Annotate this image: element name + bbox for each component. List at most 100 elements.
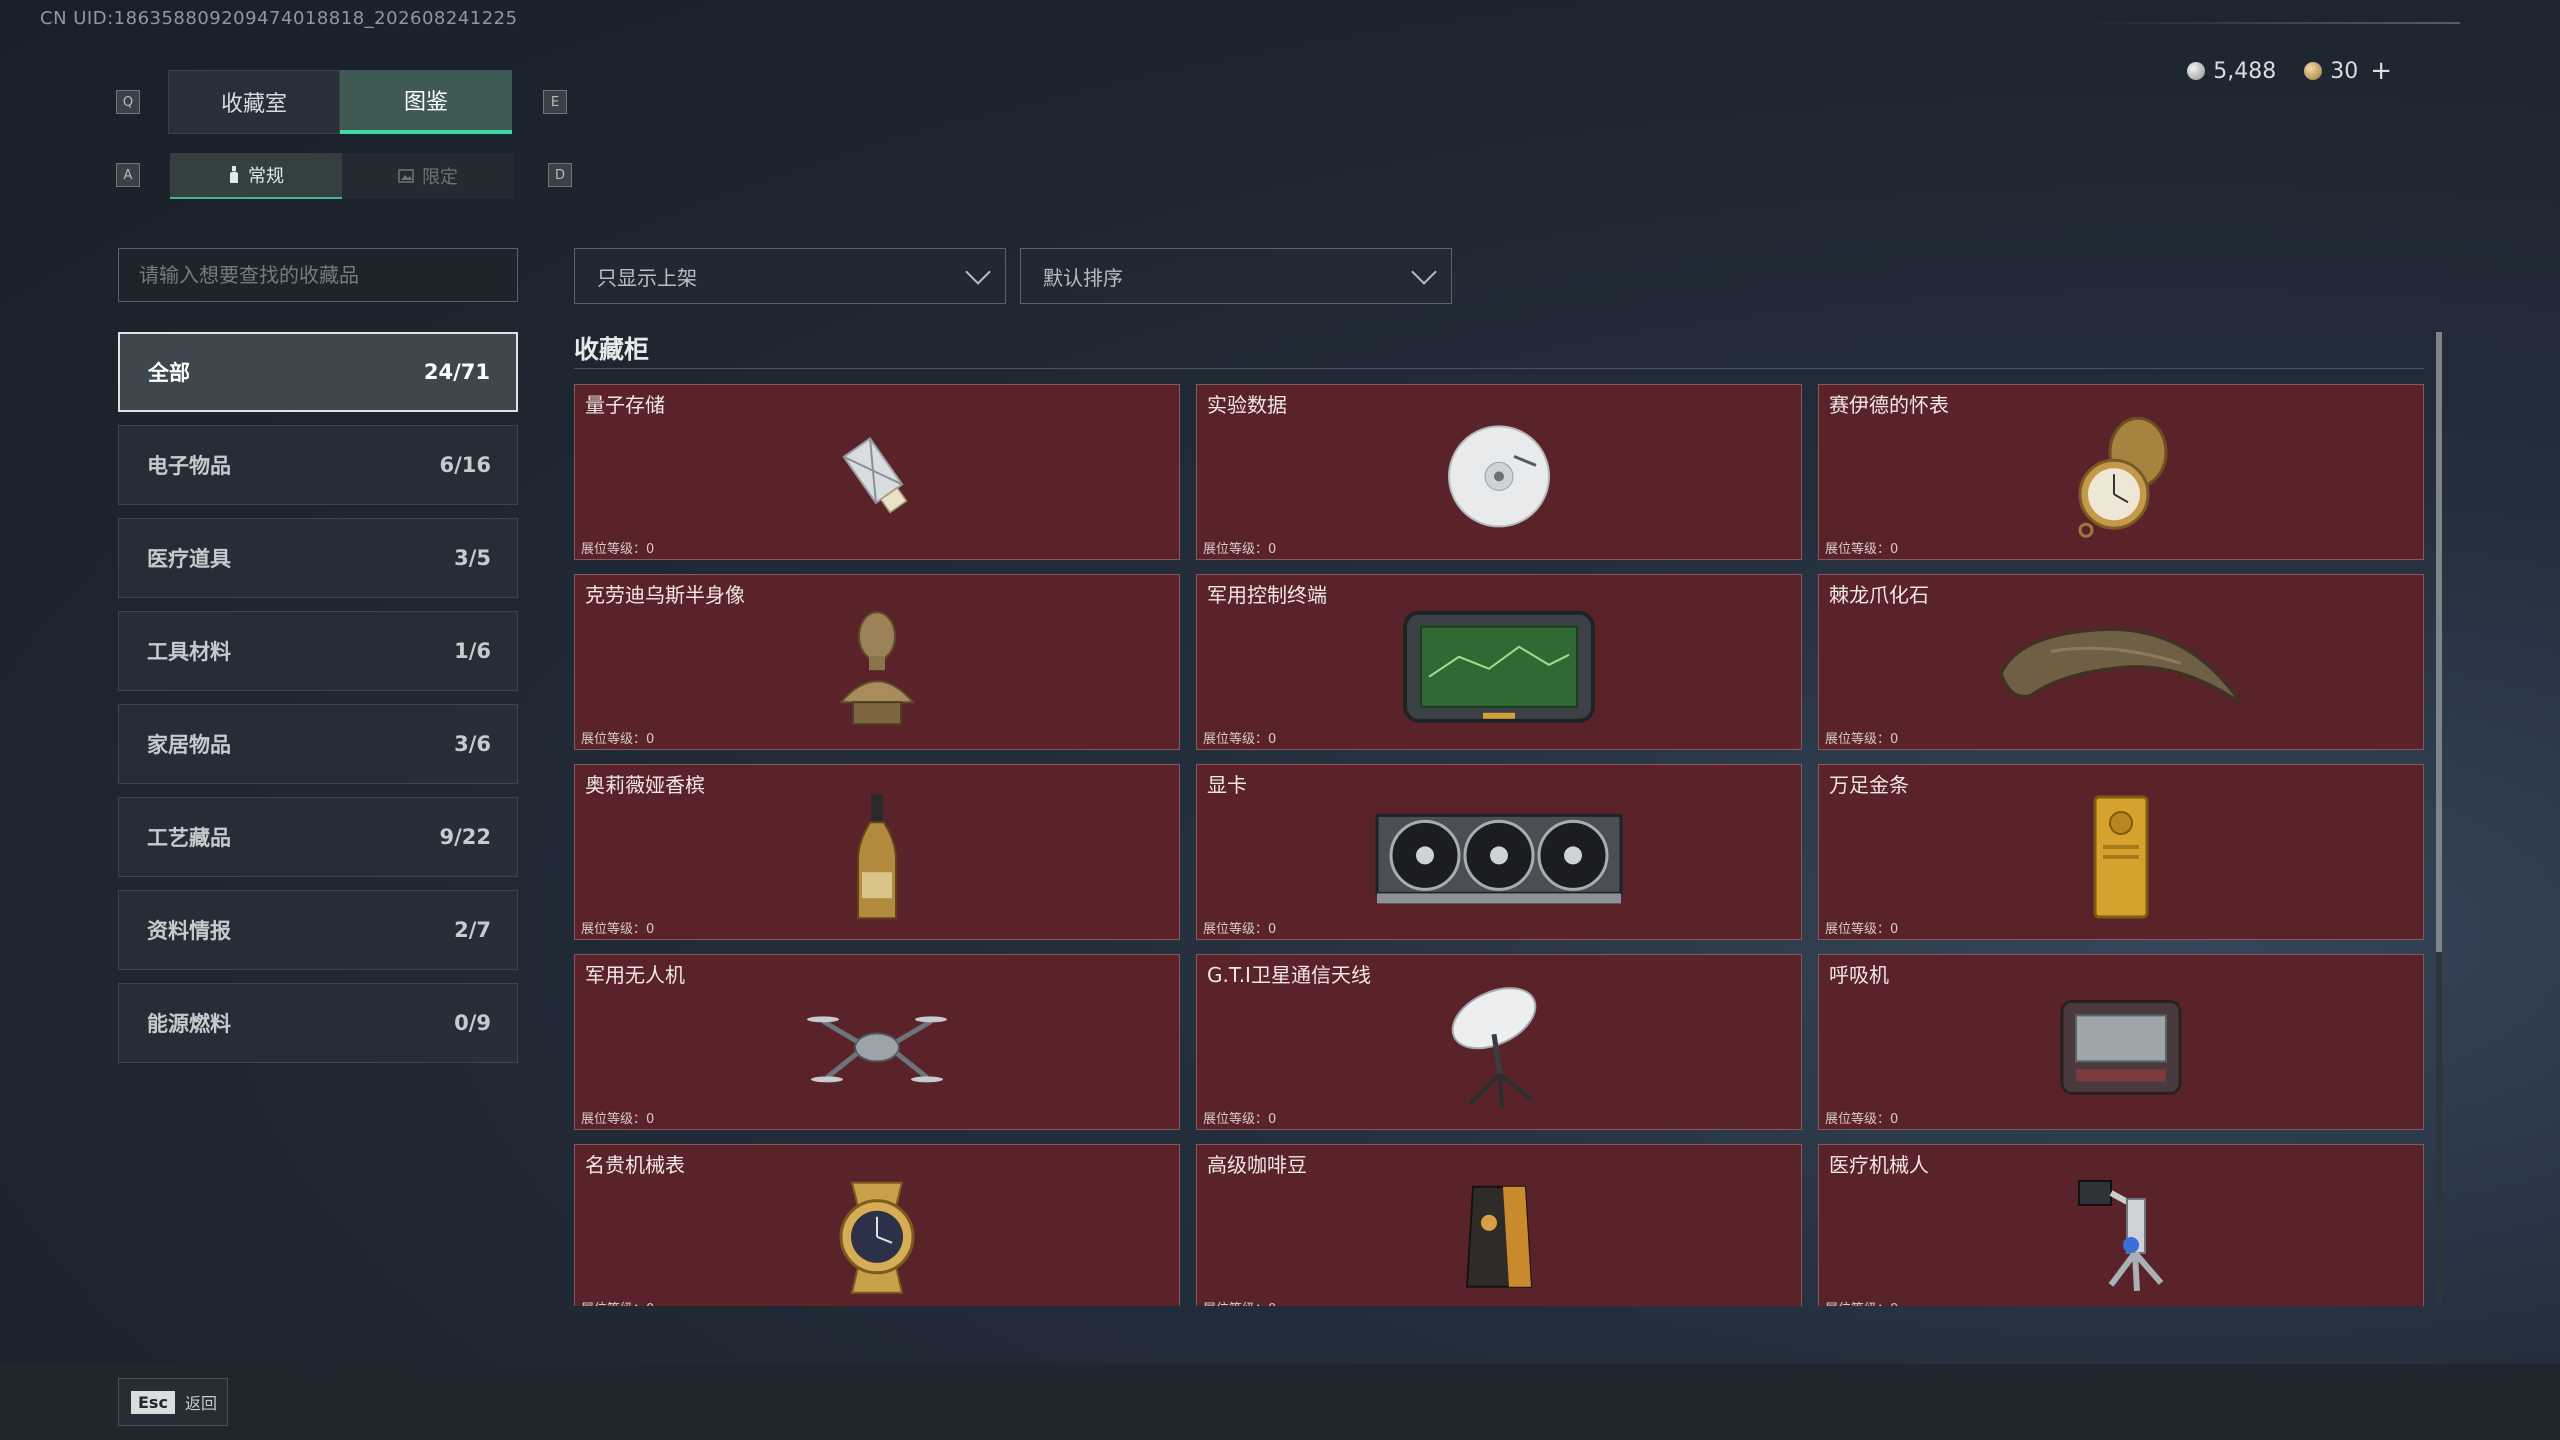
tab-collection-room[interactable]: 收藏室: [168, 70, 340, 134]
item-card[interactable]: 奥莉薇娅香槟 展位等级：0: [574, 764, 1180, 940]
item-level: 展位等级：0: [581, 732, 655, 747]
category-energy[interactable]: 能源燃料 0/9: [118, 983, 518, 1063]
category-intel[interactable]: 资料情报 2/7: [118, 890, 518, 970]
item-card[interactable]: 棘龙爪化石 展位等级：0: [1818, 574, 2424, 750]
item-card[interactable]: 医疗机械人 展位等级：0: [1818, 1144, 2424, 1306]
category-count: 9/22: [439, 825, 491, 849]
chevron-down-icon: [1411, 259, 1437, 285]
category-count: 2/7: [454, 918, 491, 942]
sort-dropdown[interactable]: 默认排序: [1020, 248, 1452, 304]
pocket-watch-icon: [2078, 416, 2168, 538]
next-tab-key[interactable]: E: [543, 90, 567, 114]
item-level: 展位等级：0: [1203, 542, 1277, 557]
satellite-dish-icon: [1451, 987, 1537, 1109]
collection-grid: 量子存储 展位等级：0 实验数据 展位等级：0 赛伊德的怀表 展位等级：0 克劳…: [574, 384, 2424, 1306]
category-all[interactable]: 全部 24/71: [118, 332, 518, 412]
item-card[interactable]: 克劳迪乌斯半身像 展位等级：0: [574, 574, 1180, 750]
category-household[interactable]: 家居物品 3/6: [118, 704, 518, 784]
category-count: 6/16: [439, 453, 491, 477]
item-name: G.T.I卫星通信天线: [1207, 963, 1371, 987]
silver-currency: 5,488: [2187, 59, 2276, 84]
section-divider: [574, 368, 2424, 369]
item-level: 展位等级：0: [1203, 1298, 1276, 1306]
category-count: 3/6: [454, 732, 491, 756]
item-card[interactable]: 名贵机械表 展位等级：0: [574, 1144, 1180, 1306]
item-name: 克劳迪乌斯半身像: [585, 583, 745, 607]
item-level: 展位等级：0: [1825, 1112, 1899, 1127]
item-name: 高级咖啡豆: [1207, 1153, 1307, 1177]
item-name: 奥莉薇娅香槟: [585, 773, 705, 797]
item-level: 展位等级：0: [581, 542, 655, 557]
shelf-filter-value: 只显示上架: [597, 265, 697, 290]
terminal-icon: [1403, 610, 1595, 723]
item-card[interactable]: 军用无人机 展位等级：0: [574, 954, 1180, 1130]
prev-subtab-key[interactable]: A: [116, 163, 140, 187]
footer-bar: [0, 1364, 2560, 1440]
category-medical[interactable]: 医疗道具 3/5: [118, 518, 518, 598]
item-card[interactable]: 赛伊德的怀表 展位等级：0: [1818, 384, 2424, 560]
tab-regular-label: 常规: [248, 166, 284, 187]
item-name: 万足金条: [1829, 773, 1909, 797]
category-count: 24/71: [423, 360, 490, 384]
category-label: 能源燃料: [147, 1012, 231, 1036]
item-card[interactable]: 呼吸机 展位等级：0: [1818, 954, 2424, 1130]
shelf-filter-dropdown[interactable]: 只显示上架: [574, 248, 1006, 304]
tab-codex[interactable]: 图鉴: [340, 70, 512, 134]
silver-coin-icon: [2187, 62, 2206, 80]
tab-regular[interactable]: 常规: [170, 153, 342, 199]
back-button[interactable]: Esc 返回: [118, 1378, 228, 1426]
gold-amount: 30: [2330, 58, 2359, 84]
item-name: 医疗机械人: [1829, 1153, 1929, 1177]
category-label: 家居物品: [147, 733, 231, 757]
sub-tabs: 常规 限定: [170, 153, 514, 199]
category-tools[interactable]: 工具材料 1/6: [118, 611, 518, 691]
category-label: 全部: [148, 361, 190, 385]
prev-tab-key[interactable]: Q: [116, 90, 140, 114]
bust-icon: [838, 611, 916, 726]
sort-value: 默认排序: [1043, 265, 1123, 290]
medical-robot-icon: [2078, 1179, 2164, 1292]
item-name: 军用无人机: [585, 963, 685, 987]
category-label: 资料情报: [147, 919, 231, 943]
item-name: 名贵机械表: [585, 1153, 685, 1177]
gold-bar-icon: [2093, 795, 2149, 919]
uid-label: CN UID:186358809209474018818_20260824122…: [40, 8, 518, 29]
search-input[interactable]: [118, 248, 518, 302]
next-subtab-key[interactable]: D: [548, 163, 572, 187]
item-card[interactable]: 显卡 展位等级：0: [1196, 764, 1802, 940]
item-level: 展位等级：0: [1825, 542, 1899, 557]
category-count: 0/9: [454, 1011, 491, 1035]
back-label: 返回: [184, 1394, 217, 1413]
item-card[interactable]: 实验数据 展位等级：0: [1196, 384, 1802, 560]
silver-amount: 5,488: [2213, 58, 2277, 84]
item-name: 赛伊德的怀表: [1829, 393, 1949, 417]
category-label: 工具材料: [147, 640, 231, 664]
category-list: 全部 24/71 电子物品 6/16 医疗道具 3/5 工具材料 1/6 家居物品 3/6…: [118, 332, 518, 1076]
claw-fossil-icon: [1999, 627, 2243, 705]
item-card[interactable]: 军用控制终端 展位等级：0: [1196, 574, 1802, 750]
main-tabs: 收藏室 图鉴: [168, 70, 512, 134]
item-card[interactable]: 高级咖啡豆 展位等级：0: [1196, 1144, 1802, 1306]
category-crafts[interactable]: 工艺藏品 9/22: [118, 797, 518, 877]
category-electronics[interactable]: 电子物品 6/16: [118, 425, 518, 505]
item-card[interactable]: G.T.I卫星通信天线 展位等级：0: [1196, 954, 1802, 1130]
coffee-bag-icon: [1465, 1185, 1533, 1288]
item-level: 展位等级：0: [1203, 732, 1277, 747]
item-card[interactable]: 量子存储 展位等级：0: [574, 384, 1180, 560]
category-label: 医疗道具: [147, 547, 231, 571]
item-name: 实验数据: [1207, 393, 1287, 417]
item-name: 显卡: [1207, 773, 1247, 797]
item-level: 展位等级：0: [581, 1112, 655, 1127]
item-level: 展位等级：0: [1825, 1298, 1898, 1306]
item-level: 展位等级：0: [1203, 922, 1277, 937]
gold-currency[interactable]: 30 +: [2304, 56, 2392, 86]
add-currency-icon[interactable]: +: [2370, 56, 2392, 86]
category-label: 电子物品: [147, 454, 231, 478]
drone-icon: [807, 1016, 947, 1083]
item-card[interactable]: 万足金条 展位等级：0: [1818, 764, 2424, 940]
grid-scrollbar-thumb[interactable]: [2436, 332, 2442, 952]
ventilator-icon: [2060, 999, 2182, 1095]
item-name: 军用控制终端: [1207, 583, 1327, 607]
item-level: 展位等级：0: [581, 922, 655, 937]
tab-limited[interactable]: 限定: [342, 153, 514, 199]
